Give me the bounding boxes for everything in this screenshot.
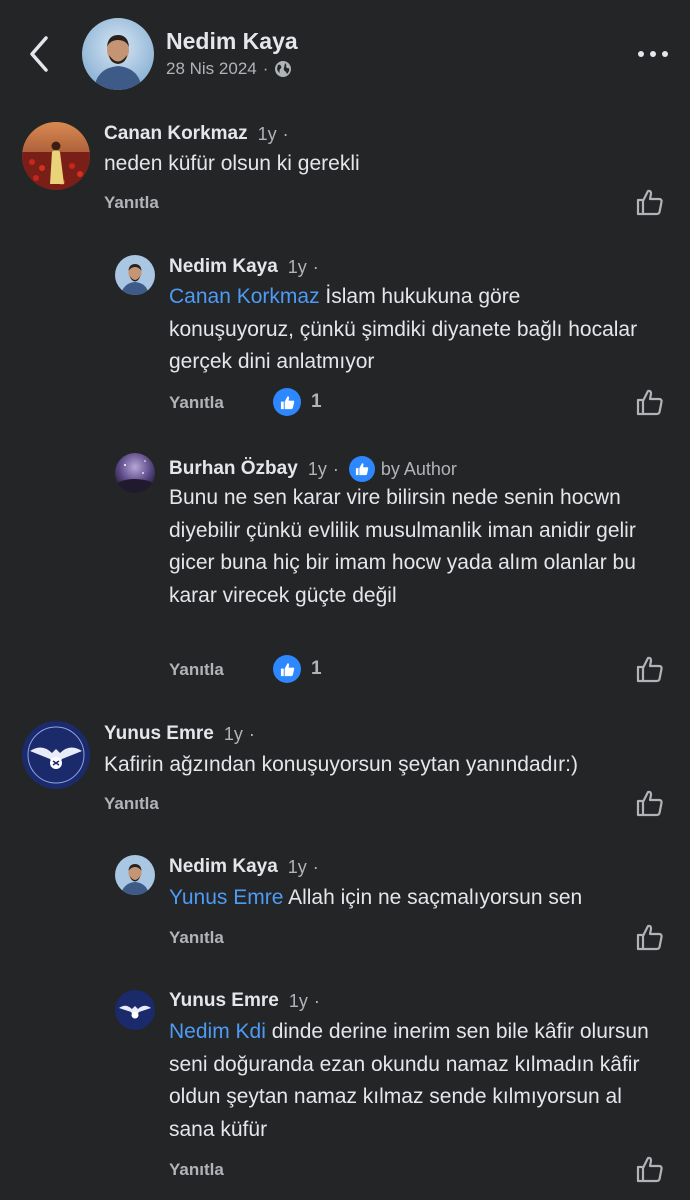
meta-separator: · xyxy=(262,59,269,78)
commenter-avatar[interactable] xyxy=(22,122,90,190)
comment-time[interactable]: 1y xyxy=(224,724,243,745)
comment-time[interactable]: 1y xyxy=(288,257,307,278)
like-button[interactable] xyxy=(635,922,665,952)
like-button[interactable] xyxy=(635,654,665,684)
reply-button[interactable]: Yanıtla xyxy=(169,660,224,680)
comment-time[interactable]: 1y xyxy=(288,857,307,878)
chevron-left-icon xyxy=(30,36,48,72)
comment-text: Kafirin ağzından konuşuyorsun şeytan yan… xyxy=(104,749,664,782)
commenter-name[interactable]: Yunus Emre xyxy=(104,723,214,745)
like-button[interactable] xyxy=(635,187,665,217)
author-avatar[interactable] xyxy=(82,18,154,90)
time-separator: · xyxy=(332,458,339,479)
thumbs-up-icon xyxy=(636,389,663,416)
comment-text: Canan Korkmaz İslam hukukuna göre konuşu… xyxy=(169,281,649,379)
like-reaction-icon xyxy=(273,388,301,416)
more-options-button[interactable] xyxy=(628,44,668,64)
like-button[interactable] xyxy=(635,387,665,417)
mention-link[interactable]: Nedim Kdi xyxy=(169,1020,266,1043)
globe-icon xyxy=(275,61,292,77)
commenter-name[interactable]: Burhan Özbay xyxy=(169,458,298,480)
thumbs-up-icon xyxy=(636,924,663,951)
commenter-avatar[interactable] xyxy=(115,453,155,493)
time-separator: · xyxy=(248,723,255,744)
like-reaction-icon xyxy=(348,456,375,482)
author-badge: by Author xyxy=(348,456,457,482)
thumbs-up-icon xyxy=(636,656,663,683)
time-separator: · xyxy=(312,256,319,277)
comment-text: Yunus Emre Allah için ne saçmalıyorsun s… xyxy=(169,882,659,915)
commenter-name-row: Nedim Kaya 1y · xyxy=(169,856,319,878)
commenter-avatar[interactable] xyxy=(115,255,155,295)
more-dots-icon xyxy=(638,51,644,57)
time-separator: · xyxy=(313,990,320,1011)
comment-text: Nedim Kdi dinde derine inerim sen bile k… xyxy=(169,1016,664,1146)
commenter-name-row: Nedim Kaya 1y · xyxy=(169,256,319,278)
commenter-avatar[interactable] xyxy=(115,855,155,895)
comment-text: Bunu ne sen karar vire bilirsin nede sen… xyxy=(169,482,649,612)
commenter-name-row: Burhan Özbay 1y · by Author xyxy=(169,456,457,482)
commenter-name[interactable]: Yunus Emre xyxy=(169,990,279,1012)
comment-body: Bunu ne sen karar vire bilirsin nede sen… xyxy=(169,486,636,607)
commenter-name-row: Yunus Emre 1y · xyxy=(169,990,320,1012)
post-header: Nedim Kaya 28 Nis 2024 · xyxy=(0,0,690,110)
time-separator: · xyxy=(312,856,319,877)
commenter-name-row: Yunus Emre 1y · xyxy=(104,723,255,745)
thumbs-up-icon xyxy=(636,790,663,817)
reply-button[interactable]: Yanıtla xyxy=(169,393,224,413)
post-date[interactable]: 28 Nis 2024 xyxy=(166,59,257,79)
commenter-name[interactable]: Canan Korkmaz xyxy=(104,123,248,145)
comment-body: Kafirin ağzından konuşuyorsun şeytan yan… xyxy=(104,753,578,776)
like-reaction-icon xyxy=(273,655,301,683)
reaction-summary[interactable]: 1 xyxy=(273,655,322,683)
comment-body: Allah için ne saçmalıyorsun sen xyxy=(283,886,583,909)
comment-body: neden küfür olsun ki gerekli xyxy=(104,152,360,175)
reaction-summary[interactable]: 1 xyxy=(273,388,322,416)
time-separator: · xyxy=(282,123,289,144)
commenter-name[interactable]: Nedim Kaya xyxy=(169,856,278,878)
reply-button[interactable]: Yanıtla xyxy=(104,794,159,814)
post-meta: 28 Nis 2024 · xyxy=(166,59,292,79)
reply-button[interactable]: Yanıtla xyxy=(169,1160,224,1180)
mention-link[interactable]: Yunus Emre xyxy=(169,886,283,909)
thumbs-up-icon xyxy=(636,189,663,216)
back-button[interactable] xyxy=(24,34,56,74)
commenter-name-row: Canan Korkmaz 1y · xyxy=(104,123,289,145)
reply-button[interactable]: Yanıtla xyxy=(104,193,159,213)
author-name[interactable]: Nedim Kaya xyxy=(166,28,298,55)
reaction-count: 1 xyxy=(311,391,322,412)
comment-time[interactable]: 1y xyxy=(308,459,327,480)
commenter-name[interactable]: Nedim Kaya xyxy=(169,256,278,278)
mention-link[interactable]: Canan Korkmaz xyxy=(169,285,320,308)
comment-text: neden küfür olsun ki gerekli xyxy=(104,148,604,181)
comment-time[interactable]: 1y xyxy=(258,124,277,145)
comment-time[interactable]: 1y xyxy=(289,991,308,1012)
like-button[interactable] xyxy=(635,1154,665,1184)
commenter-avatar[interactable] xyxy=(115,990,155,1030)
reply-button[interactable]: Yanıtla xyxy=(169,928,224,948)
like-button[interactable] xyxy=(635,788,665,818)
commenter-avatar[interactable] xyxy=(22,721,90,789)
reaction-count: 1 xyxy=(311,658,322,679)
author-badge-label: by Author xyxy=(380,458,457,479)
thumbs-up-icon xyxy=(636,1156,663,1183)
